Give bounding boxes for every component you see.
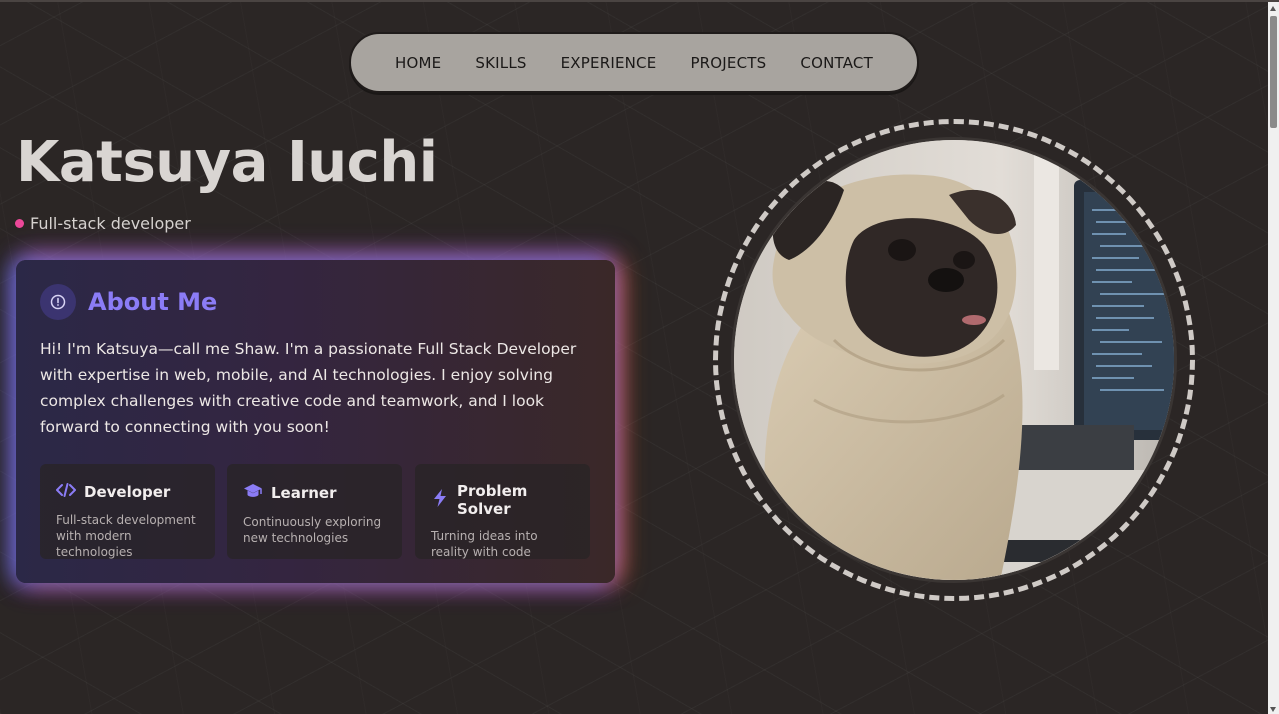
feature-desc: Turning ideas into reality with code: [431, 529, 538, 559]
nav-experience[interactable]: EXPERIENCE: [561, 54, 657, 72]
status-dot: [15, 219, 24, 228]
profile-photo: [731, 137, 1177, 583]
info-icon: [40, 284, 76, 320]
hero-role: Full-stack developer: [15, 214, 191, 233]
feature-card-learner: Learner Continuously exploring new techn…: [227, 464, 402, 559]
feature-desc: Full-stack development with modern techn…: [56, 513, 196, 559]
page-scrollbar[interactable]: [1268, 2, 1279, 714]
main-nav: HOME SKILLS EXPERIENCE PROJECTS CONTACT: [349, 32, 919, 93]
feature-desc: Continuously exploring new technologies: [243, 515, 382, 545]
nav-projects[interactable]: PROJECTS: [690, 54, 766, 72]
nav-skills[interactable]: SKILLS: [475, 54, 526, 72]
feature-card-developer: Developer Full-stack development with mo…: [40, 464, 215, 559]
feature-title: Learner: [271, 484, 337, 502]
scroll-up-arrow-icon[interactable]: [1270, 6, 1276, 11]
about-title: About Me: [88, 288, 218, 316]
feature-title: Developer: [84, 483, 171, 501]
about-card: About Me Hi! I'm Katsuya—call me Shaw. I…: [16, 260, 615, 583]
code-icon: [56, 482, 76, 502]
graduation-cap-icon: [243, 482, 263, 504]
hero-role-text: Full-stack developer: [30, 214, 191, 233]
feature-title: Problem Solver: [457, 482, 528, 518]
scroll-down-arrow-icon[interactable]: [1270, 707, 1276, 712]
pug-illustration: [734, 140, 1174, 580]
scrollbar-thumb[interactable]: [1270, 16, 1277, 128]
about-header: About Me: [40, 284, 217, 320]
nav-home[interactable]: HOME: [395, 54, 441, 72]
feature-card-problem-solver: Problem Solver Turning ideas into realit…: [415, 464, 590, 559]
hero-name: Katsuya Iuchi: [16, 130, 438, 195]
nav-contact[interactable]: CONTACT: [800, 54, 873, 72]
about-text: Hi! I'm Katsuya—call me Shaw. I'm a pass…: [40, 340, 577, 436]
lightning-icon: [431, 488, 449, 512]
